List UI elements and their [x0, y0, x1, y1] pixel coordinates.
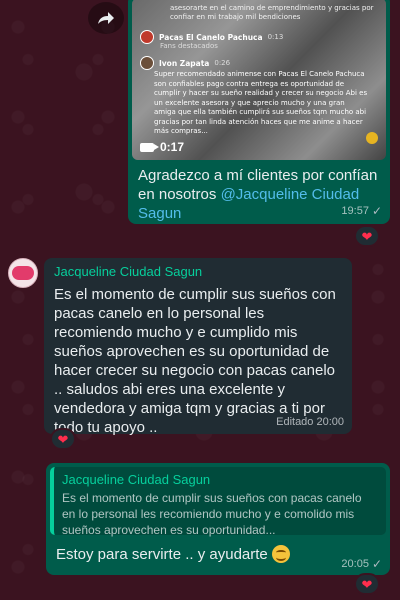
sent-check-icon: ✓	[371, 557, 382, 571]
reply-text: Estoy para servirte .. y ayudarte	[56, 545, 268, 563]
pacas-logo-icon	[12, 266, 34, 280]
message-time: 19:57	[341, 205, 369, 217]
outgoing-video-message[interactable]: asesorarte en el camino de emprendimient…	[128, 0, 390, 224]
quoted-message[interactable]: Jacqueline Ciudad Sagun Es el momento de…	[50, 467, 386, 537]
sent-check-icon: ✓	[371, 204, 382, 218]
message-meta: 20:05 ✓	[341, 557, 382, 571]
message-meta: 19:57 ✓	[341, 204, 382, 218]
message-body: Es el momento de cumplir sus sueños con …	[54, 286, 336, 436]
message-edited-time: Editado 20:00	[276, 416, 344, 428]
page-name: Pacas El Canelo Pachuca	[159, 32, 263, 42]
smiling-face-icon	[271, 545, 290, 563]
reaction-badge[interactable]: ❤	[354, 225, 380, 247]
reaction-badge[interactable]: ❤	[50, 428, 76, 450]
video-duration-text: 0:17	[160, 140, 185, 154]
video-duration: 0:17	[140, 140, 184, 154]
message-time: 20:05	[341, 558, 369, 570]
commenter-time: 0:26	[214, 59, 231, 67]
sender-avatar[interactable]	[8, 258, 38, 288]
page-time: 0:13	[267, 33, 284, 41]
heart-icon: ❤	[57, 431, 69, 447]
video-top-text: asesorarte en el camino de emprendimient…	[170, 4, 374, 21]
video-page-sub-row: Fans destacados	[160, 42, 218, 50]
page-sub: Fans destacados	[160, 42, 218, 50]
forward-icon	[98, 12, 114, 24]
quote-sender: Jacqueline Ciudad Sagun	[62, 472, 211, 487]
video-commenter-row: Ivon Zapata 0:26	[140, 56, 230, 70]
sender-name[interactable]: Jacqueline Ciudad Sagun	[54, 264, 342, 279]
heart-icon: ❤	[361, 576, 373, 592]
message-meta: Editado 20:00	[276, 416, 344, 428]
commenter-avatar	[140, 56, 154, 70]
commenter-name: Ivon Zapata	[159, 58, 210, 68]
video-comment: Super recomendado animense con Pacas El …	[154, 70, 368, 135]
reply-text-row: Estoy para servirte .. y ayudarte	[50, 535, 386, 563]
video-camera-icon	[140, 142, 159, 152]
quote-body: Es el momento de cumplir sus sueños con …	[62, 491, 362, 537]
page-avatar	[140, 30, 154, 44]
video-reaction-icon	[366, 132, 378, 144]
reaction-badge[interactable]: ❤	[354, 573, 380, 595]
incoming-message[interactable]: Jacqueline Ciudad Sagun Es el momento de…	[44, 258, 352, 436]
heart-icon: ❤	[361, 228, 373, 244]
outgoing-reply-message[interactable]: Jacqueline Ciudad Sagun Es el momento de…	[46, 463, 390, 575]
forward-button[interactable]	[88, 2, 124, 34]
video-thumbnail[interactable]: asesorarte en el camino de emprendimient…	[132, 0, 386, 160]
